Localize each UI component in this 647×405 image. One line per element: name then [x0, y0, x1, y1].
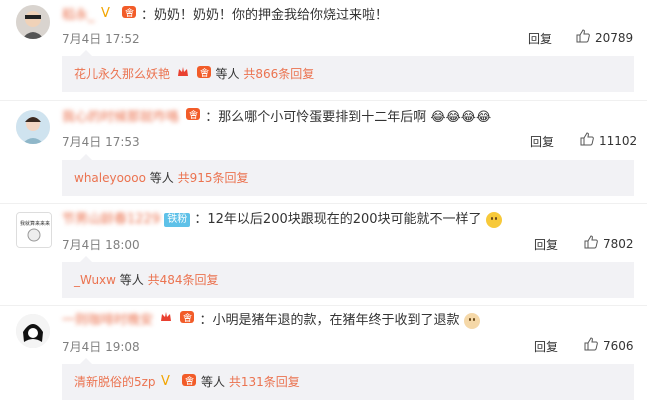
member-badge-icon: 會 — [179, 310, 195, 331]
sub-reply-username[interactable]: 清新脱俗的5zp — [74, 375, 156, 389]
avatar[interactable] — [16, 110, 50, 144]
svg-text:會: 會 — [185, 375, 194, 387]
svg-text:我就算来来来: 我就算来来来 — [20, 220, 50, 227]
like-button[interactable]: 7606 — [584, 337, 634, 354]
member-badge-icon: 會 — [185, 107, 201, 128]
sub-reply-suffix: 等人 — [119, 273, 148, 287]
avatar[interactable]: 我就算来来来 — [16, 212, 52, 248]
like-button[interactable]: 7802 — [584, 235, 634, 252]
sub-reply-suffix: 等人 — [201, 375, 229, 389]
comment-text-line: 稻永_ V 會 ：奶奶！奶奶！你的押金我给你烧过来啦！ — [62, 5, 388, 25]
like-button[interactable]: 11102 — [580, 132, 637, 149]
sub-reply-username[interactable]: whaleyoooo — [74, 171, 146, 185]
svg-text:會: 會 — [189, 109, 198, 121]
like-button[interactable]: 20789 — [576, 29, 633, 46]
username-link[interactable]: 我心的时候那就咋咯 — [62, 108, 179, 128]
username-link[interactable]: 稻永_ — [62, 6, 95, 26]
fan-badge: 铁粉 — [164, 212, 191, 227]
avatar[interactable] — [16, 314, 50, 348]
comment-content: ：12年以后200块跟现在的200块可能就不一样了 — [194, 212, 482, 227]
thumbs-up-icon — [584, 337, 598, 354]
vip-badge-icon: V — [101, 5, 115, 26]
svg-text:V: V — [161, 374, 170, 387]
sub-reply-suffix: 等人 — [149, 171, 178, 185]
like-count: 11102 — [599, 133, 638, 148]
member-badge-icon: 會 — [196, 57, 212, 93]
svg-text:會: 會 — [200, 67, 209, 79]
comment-time: 7月4日 17:53 — [62, 135, 140, 149]
reply-button[interactable]: 回复 — [534, 338, 558, 355]
like-count: 20789 — [595, 30, 634, 45]
crown-badge-icon — [176, 57, 190, 93]
vip-badge-icon: V — [161, 365, 175, 401]
divider — [0, 100, 647, 101]
crown-badge-icon — [159, 310, 173, 331]
member-badge-icon: 會 — [181, 365, 197, 401]
sub-replies-box[interactable]: whaleyoooo 等人 共915条回复 — [62, 160, 634, 196]
comment-time: 7月4日 17:52 — [62, 32, 140, 46]
thumbs-up-icon — [580, 132, 594, 149]
reply-button[interactable]: 回复 — [528, 30, 552, 47]
divider — [0, 305, 647, 306]
comment-text-line: 节男山龄春1229 铁粉 ：12年以后200块跟现在的200块可能就不一样了 — [62, 210, 502, 230]
comment-content: ：那么哪个小可怜蛋要排到十二年后啊 😂😂😂😂 — [205, 110, 492, 125]
sub-replies-box[interactable]: 清新脱俗的5zp V 會 等人 共131条回复 — [62, 364, 634, 400]
comment-content: ：小明是猪年退的款，在猪年终于收到了退款 — [199, 313, 460, 328]
comment-time: 7月4日 18:00 — [62, 238, 140, 252]
smile-emoji-icon — [485, 211, 502, 228]
member-badge-icon: 會 — [121, 5, 137, 26]
sub-replies-box[interactable]: _Wuxw 等人 共484条回复 — [62, 262, 634, 298]
svg-text:會: 會 — [125, 7, 134, 19]
comment-text-line: 一则咖啡时晚安 會 ：小明是猪年退的款，在猪年终于收到了退款 — [62, 310, 480, 330]
comment-time: 7月4日 19:08 — [62, 340, 140, 354]
avatar[interactable] — [16, 5, 50, 39]
reply-button[interactable]: 回复 — [534, 236, 558, 253]
divider — [0, 203, 647, 204]
comment-text-line: 我心的时候那就咋咯 會 ：那么哪个小可怜蛋要排到十二年后啊 😂😂😂😂 — [62, 107, 491, 127]
username-link[interactable]: 节男山龄春1229 — [62, 210, 160, 230]
sub-reply-username[interactable]: _Wuxw — [74, 273, 116, 287]
username-link[interactable]: 一则咖啡时晚安 — [62, 311, 153, 331]
svg-text:V: V — [101, 6, 110, 19]
svg-text:會: 會 — [183, 312, 192, 324]
thumbs-up-icon — [576, 29, 590, 46]
dog-emoji-icon — [463, 312, 480, 329]
like-count: 7606 — [603, 338, 634, 353]
sub-reply-suffix: 等人 — [215, 67, 244, 81]
reply-count-link[interactable]: 共866条回复 — [243, 67, 314, 81]
sub-reply-username[interactable]: 花儿永久那么妖艳 — [74, 67, 170, 81]
reply-count-link[interactable]: 共131条回复 — [229, 375, 300, 389]
reply-count-link[interactable]: 共484条回复 — [148, 273, 219, 287]
like-count: 7802 — [603, 236, 634, 251]
sub-replies-box[interactable]: 花儿永久那么妖艳 會 等人 共866条回复 — [62, 56, 634, 92]
reply-count-link[interactable]: 共915条回复 — [178, 171, 249, 185]
comment-content: ：奶奶！奶奶！你的押金我给你烧过来啦！ — [140, 8, 388, 23]
thumbs-up-icon — [584, 235, 598, 252]
reply-button[interactable]: 回复 — [530, 133, 554, 150]
